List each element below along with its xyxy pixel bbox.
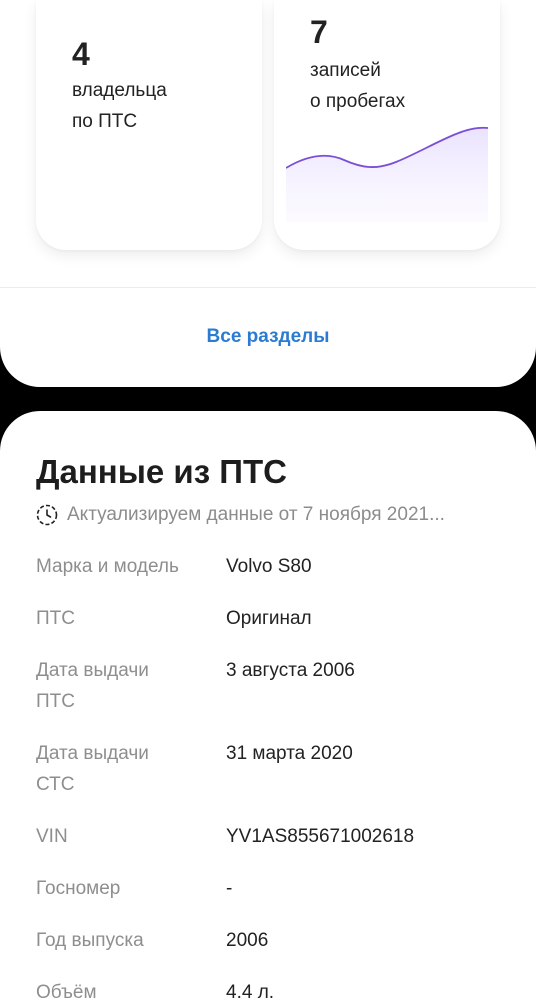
pts-row-label: VIN <box>36 821 226 852</box>
pts-row-label: Объём <box>36 977 226 1000</box>
pts-row-label-line: Марка и модель <box>36 556 179 577</box>
pts-data-card: Данные из ПТС Актуализируем данные от 7 … <box>0 411 536 1000</box>
pts-row-label: Дата выдачи ПТС <box>36 655 226 717</box>
sparkline-area <box>286 127 488 222</box>
pts-row-value: 2006 <box>226 930 269 951</box>
owners-caption: владельца по ПТС <box>72 75 167 137</box>
pts-row-label: ПТС <box>36 603 226 634</box>
update-status: Актуализируем данные от 7 ноября 2021... <box>36 504 445 526</box>
pts-row-label-line: ПТС <box>36 691 75 712</box>
pts-row-label: Марка и модель <box>36 551 226 582</box>
pts-row-label-line: Дата выдачи <box>36 660 149 681</box>
mileage-caption-line1: записей <box>310 60 381 81</box>
owners-stat-card[interactable]: 4 владельца по ПТС <box>36 0 262 250</box>
update-status-text: Актуализируем данные от 7 ноября 2021... <box>67 504 445 525</box>
owners-count: 4 <box>72 36 90 72</box>
owners-caption-line2: по ПТС <box>72 111 138 132</box>
pts-row-label-line: Объём <box>36 982 97 1000</box>
pts-data-row: Дата выдачи СТС 31 марта 2020 <box>36 738 506 800</box>
pts-row-value: YV1AS855671002618 <box>226 826 415 847</box>
pts-row-value: Volvo S80 <box>226 556 312 577</box>
pts-row-label-line: Госномер <box>36 878 121 899</box>
summary-card: 4 владельца по ПТС 7 записей о пробегах … <box>0 0 536 387</box>
pts-row-label: Дата выдачи СТС <box>36 738 226 800</box>
pts-data-row: Госномер - <box>36 873 506 904</box>
pts-row-value: Оригинал <box>226 608 312 629</box>
pts-row-value: 4.4 л. <box>226 982 275 1000</box>
mileage-caption: записей о пробегах <box>310 55 405 117</box>
pts-row-label-line: Год выпуска <box>36 930 144 951</box>
clock-dashed-icon <box>36 504 58 526</box>
pts-row-value: 3 августа 2006 <box>226 660 355 681</box>
pts-row-label-line: Дата выдачи <box>36 743 149 764</box>
pts-row-label-line: VIN <box>36 826 68 847</box>
pts-data-row: Марка и модель Volvo S80 <box>36 551 506 582</box>
section-divider <box>0 287 536 288</box>
pts-data-row: VIN YV1AS855671002618 <box>36 821 506 852</box>
mileage-sparkline <box>286 126 488 222</box>
pts-row-label: Госномер <box>36 873 226 904</box>
pts-row-value: 31 марта 2020 <box>226 743 353 764</box>
mileage-records-count: 7 <box>310 14 328 50</box>
owners-caption-line1: владельца <box>72 80 167 101</box>
pts-data-row: Объём 4.4 л. <box>36 977 506 1000</box>
pts-data-row: Год выпуска 2006 <box>36 925 506 956</box>
pts-data-row: ПТС Оригинал <box>36 603 506 634</box>
pts-data-list: Марка и модель Volvo S80 ПТС Оригинал Дата в… <box>36 551 506 1000</box>
pts-row-label-line: СТС <box>36 774 75 795</box>
pts-section-title: Данные из ПТС <box>36 453 287 490</box>
pts-row-label: Год выпуска <box>36 925 226 956</box>
all-sections-link[interactable]: Все разделы <box>0 326 536 348</box>
pts-row-label-line: ПТС <box>36 608 75 629</box>
mileage-stat-card[interactable]: 7 записей о пробегах <box>274 0 500 250</box>
pts-row-value: - <box>226 878 233 899</box>
pts-data-row: Дата выдачи ПТС 3 августа 2006 <box>36 655 506 717</box>
